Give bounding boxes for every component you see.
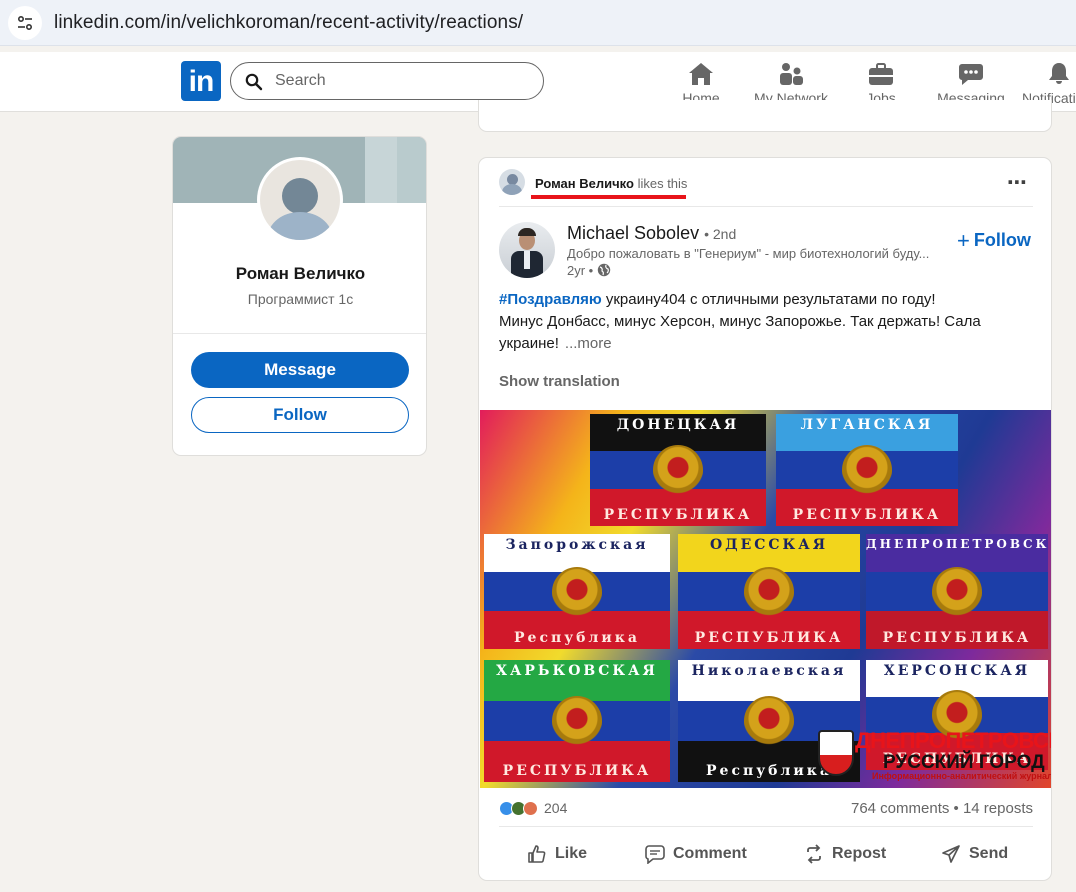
divider xyxy=(499,206,1033,207)
messaging-icon xyxy=(959,64,983,85)
flag-4: ОДЕССКАЯ РЕСПУБЛИКА xyxy=(678,534,860,649)
author-headline: Добро пожаловать в "Генериум" - мир биот… xyxy=(567,246,930,261)
author-follow-button[interactable]: + Follow xyxy=(957,228,1031,254)
comment-icon xyxy=(645,845,665,864)
connection-degree: • 2nd xyxy=(704,226,737,242)
search-icon xyxy=(245,73,263,91)
post-text: #Поздравляю украину404 с отличными резул… xyxy=(499,289,1029,355)
comment-label: Comment xyxy=(673,845,747,862)
watermark-city: ДНЕПРОПЕТРОВСК xyxy=(855,728,1052,753)
network-icon xyxy=(780,63,803,85)
divider xyxy=(499,826,1033,827)
divider xyxy=(173,333,426,334)
double-headed-eagle-icon xyxy=(552,696,602,746)
post-text-line1: украину404 с отличными результатами по г… xyxy=(601,291,936,308)
flag-5: ДНЕПРОПЕТРОВСКАЯ РЕСПУБЛИКА xyxy=(866,534,1048,649)
flag-top-caption: ОДЕССКАЯ xyxy=(709,537,829,553)
post-time-text: 2yr • xyxy=(567,263,594,278)
flag-bottom-caption: Республика xyxy=(514,630,640,646)
post-timestamp: 2yr • xyxy=(567,263,611,278)
reaction-count: 204 xyxy=(544,800,568,816)
send-icon xyxy=(942,845,960,863)
send-label: Send xyxy=(969,845,1009,862)
search-box[interactable] xyxy=(230,62,544,100)
flag-bottom-caption: РЕСПУБЛИКА xyxy=(792,507,942,523)
double-headed-eagle-icon xyxy=(842,445,892,495)
repost-button[interactable]: Repost xyxy=(804,838,886,870)
post-action-bar: Like Comment Repost Send xyxy=(479,838,1051,870)
flag-bottom-caption: РЕСПУБЛИКА xyxy=(603,507,753,523)
home-icon xyxy=(689,63,713,85)
globe-icon xyxy=(597,263,611,277)
reaction-summary[interactable]: 204 xyxy=(499,800,567,816)
profile-title: Программист 1с xyxy=(247,291,354,307)
double-headed-eagle-icon xyxy=(653,445,703,495)
flag-bottom-caption: РЕСПУБЛИКА xyxy=(502,763,652,779)
author-name-line[interactable]: Michael Sobolev • 2nd xyxy=(567,223,736,244)
flag-6: ХАРЬКОВСКАЯ РЕСПУБЛИКА xyxy=(484,660,670,782)
url-text[interactable]: linkedin.com/in/velichkoroman/recent-act… xyxy=(54,12,523,34)
profile-avatar[interactable] xyxy=(257,157,343,243)
repost-icon xyxy=(807,844,821,864)
search-input[interactable] xyxy=(275,71,525,91)
watermark-subtitle: Информационно-аналитический журнал xyxy=(872,771,1052,781)
linkedin-logo[interactable]: in xyxy=(181,61,221,101)
comment-button[interactable]: Comment xyxy=(645,838,747,870)
message-button[interactable]: Message xyxy=(191,352,409,388)
flag-bottom-caption: РЕСПУБЛИКА xyxy=(882,630,1032,646)
show-translation-link[interactable]: Show translation xyxy=(499,373,620,390)
flag-1: ДОНЕЦКАЯ РЕСПУБЛИКА xyxy=(590,414,766,526)
like-icon xyxy=(528,845,546,863)
site-settings-icon[interactable] xyxy=(8,6,42,40)
activity-post-card: Роман Величко likes this ⋯ Michael Sobol… xyxy=(478,157,1052,881)
like-label: Like xyxy=(555,845,588,862)
previous-post-card xyxy=(478,100,1052,132)
flag-top-caption: ДОНЕЦКАЯ xyxy=(616,417,740,433)
double-headed-eagle-icon xyxy=(744,696,794,746)
profile-card: Роман Величко Программист 1с Message Fol… xyxy=(172,136,427,456)
bell-icon xyxy=(1049,63,1069,84)
author-name[interactable]: Michael Sobolev xyxy=(567,223,699,243)
flag-bottom-caption: РЕСПУБЛИКА xyxy=(694,630,844,646)
post-image[interactable]: ХЕРСОНСКАЯ РЕСПУБЛИКА Николаевская Республи… xyxy=(480,410,1052,788)
double-headed-eagle-icon xyxy=(744,566,794,617)
send-button[interactable]: Send xyxy=(941,838,1008,870)
more-options-icon[interactable]: ⋯ xyxy=(1007,170,1028,195)
flag-top-caption: Николаевская xyxy=(691,663,847,679)
browser-address-bar: linkedin.com/in/velichkoroman/recent-act… xyxy=(0,0,1076,46)
see-more-link[interactable]: ...more xyxy=(565,335,612,352)
flag-2: ЛУГАНСКАЯ РЕСПУБЛИКА xyxy=(776,414,958,526)
activity-actor-name[interactable]: Роман Величко xyxy=(535,176,634,191)
double-headed-eagle-icon xyxy=(932,566,982,617)
flag-top-caption: ДНЕПРОПЕТРОВСКАЯ xyxy=(866,537,1048,551)
comments-reposts-count[interactable]: 764 comments • 14 reposts xyxy=(851,800,1033,817)
activity-verb: likes this xyxy=(637,176,688,191)
red-underline-highlight xyxy=(531,195,686,199)
activity-actor-avatar[interactable] xyxy=(499,169,525,195)
follow-button[interactable]: Follow xyxy=(191,397,409,433)
plus-icon: + xyxy=(957,228,970,253)
briefcase-icon xyxy=(869,63,893,85)
profile-name[interactable]: Роман Величко xyxy=(173,264,426,284)
city-coat-of-arms-icon xyxy=(818,730,854,776)
like-button[interactable]: Like xyxy=(527,838,587,870)
hashtag-link[interactable]: #Поздравляю xyxy=(499,291,602,308)
flag-top-caption: ЛУГАНСКАЯ xyxy=(800,417,934,433)
flag-top-caption: ХЕРСОНСКАЯ xyxy=(883,663,1031,679)
author-avatar[interactable] xyxy=(499,222,555,278)
author-follow-label: Follow xyxy=(973,230,1031,250)
activity-header: Роман Величко likes this xyxy=(535,176,687,191)
love-reaction-icon xyxy=(523,800,538,816)
double-headed-eagle-icon xyxy=(552,566,602,617)
flag-top-caption: ХАРЬКОВСКАЯ xyxy=(496,663,658,679)
flag-3: Запорожская Республика xyxy=(484,534,670,649)
flag-top-caption: Запорожская xyxy=(505,537,649,553)
repost-label: Repost xyxy=(832,845,887,862)
